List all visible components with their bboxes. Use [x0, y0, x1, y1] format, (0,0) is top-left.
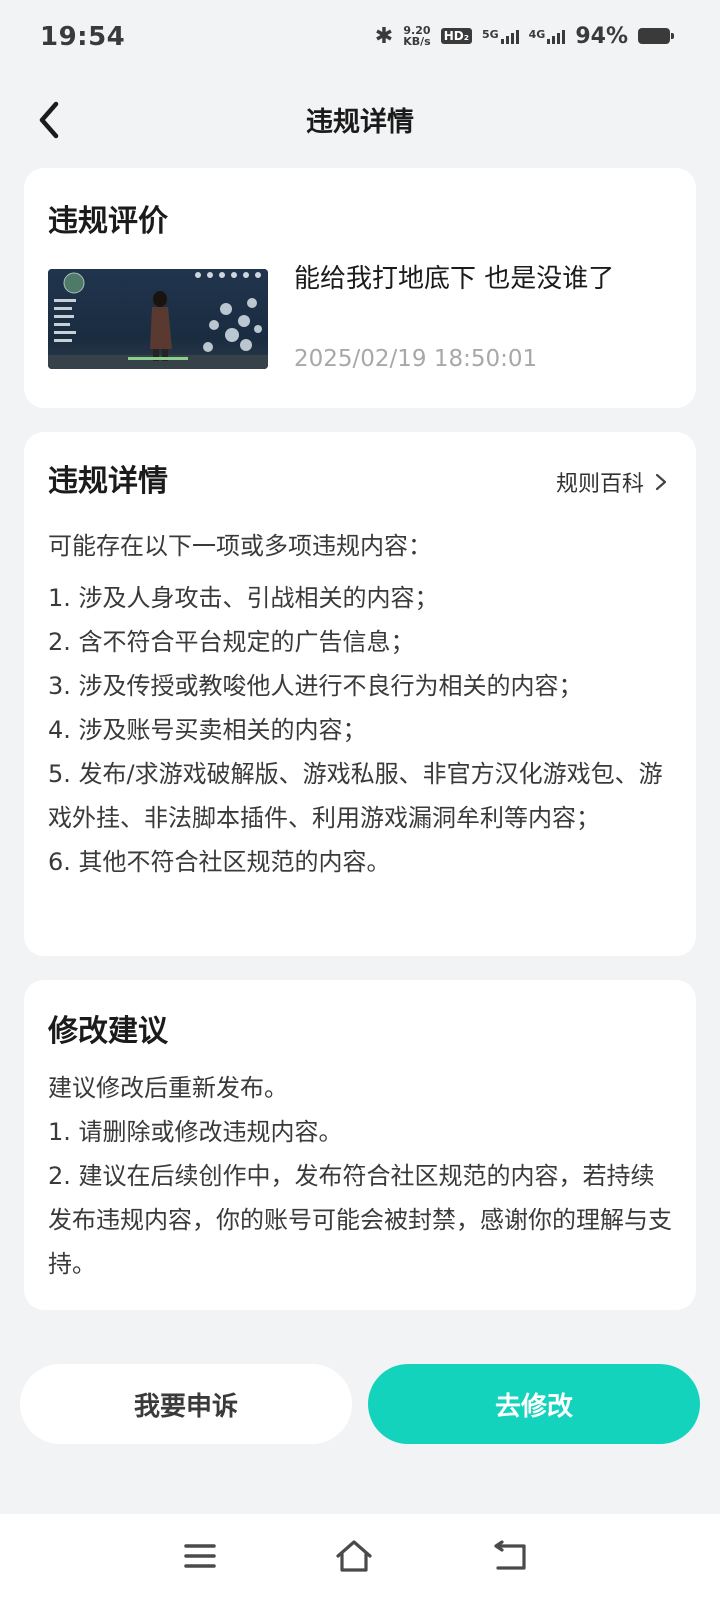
- violation-list: 1. 涉及人身攻击、引战相关的内容； 2. 含不符合平台规定的广告信息； 3. …: [48, 576, 672, 884]
- list-item: 2. 含不符合平台规定的广告信息；: [48, 628, 415, 656]
- header: 违规详情: [0, 90, 720, 150]
- review-timestamp: 2025/02/19 18:50:01: [294, 346, 538, 372]
- game-screenshot-image: [48, 269, 268, 369]
- suggestion-card: 修改建议 建议修改后重新发布。 1. 请删除或修改违规内容。 2. 建议在后续创…: [24, 980, 696, 1310]
- signal-4g-label: 4G: [528, 28, 546, 41]
- system-nav-bar: [0, 1514, 720, 1600]
- list-item: 3. 涉及传授或教唆他人进行不良行为相关的内容；: [48, 672, 583, 700]
- list-item: 1. 涉及人身攻击、引战相关的内容；: [48, 584, 439, 612]
- review-comment-text: 能给我打地底下 也是没谁了: [294, 264, 615, 294]
- home-icon: [336, 1540, 372, 1572]
- review-card: 违规评价 能给我打地底下 也是没谁了 2025/02/19 18:50:01: [24, 168, 696, 408]
- list-item: 4. 涉及账号买卖相关的内容；: [48, 716, 367, 744]
- list-item: 5. 发布/求游戏破解版、游戏私服、非官方汉化游戏包、游戏外挂、非法脚本插件、利…: [48, 760, 663, 832]
- battery-icon: [638, 28, 674, 44]
- signal-bars-icon: [547, 28, 566, 44]
- signal-bars-icon: [500, 28, 519, 44]
- review-thumbnail[interactable]: [48, 269, 268, 369]
- status-bar: 19:54 ✱ 9.20 KB/s HD₂ 5G 4G 94%: [0, 0, 720, 76]
- signal-5g: 5G: [482, 28, 519, 44]
- back-nav-button[interactable]: [488, 1536, 532, 1576]
- rules-wiki-label: 规则百科: [555, 472, 644, 497]
- signal-5g-label: 5G: [481, 28, 499, 41]
- chevron-right-icon: [655, 473, 667, 491]
- home-button[interactable]: [332, 1536, 376, 1576]
- violation-detail-card: 违规详情 规则百科 可能存在以下一项或多项违规内容： 1. 涉及人身攻击、引战相…: [24, 432, 696, 956]
- page-title: 违规详情: [306, 107, 414, 138]
- list-item: 6. 其他不符合社区规范的内容。: [48, 848, 391, 876]
- net-speed: 9.20 KB/s: [403, 25, 430, 47]
- suggestion-intro: 建议修改后重新发布。: [48, 1074, 288, 1102]
- list-item: 1. 请删除或修改违规内容。: [48, 1118, 343, 1146]
- list-item: 2. 建议在后续创作中，发布符合社区规范的内容，若持续发布违规内容，你的账号可能…: [48, 1162, 672, 1278]
- status-time: 19:54: [40, 22, 126, 52]
- net-speed-unit: KB/s: [403, 35, 431, 48]
- back-arrow-icon: [494, 1540, 526, 1570]
- review-card-title: 违规评价: [48, 204, 168, 239]
- hd-icon: HD₂: [440, 28, 472, 44]
- menu-icon: [184, 1544, 216, 1568]
- detail-card-title: 违规详情: [48, 464, 168, 499]
- suggestion-list: 1. 请删除或修改违规内容。 2. 建议在后续创作中，发布符合社区规范的内容，若…: [48, 1110, 672, 1286]
- status-icons: ✱ 9.20 KB/s HD₂ 5G 4G 94%: [374, 20, 674, 52]
- suggestion-card-title: 修改建议: [48, 1014, 168, 1049]
- modify-button[interactable]: 去修改: [368, 1364, 700, 1444]
- detail-intro: 可能存在以下一项或多项违规内容：: [48, 532, 432, 560]
- appeal-button[interactable]: 我要申诉: [20, 1364, 352, 1444]
- bluetooth-icon: ✱: [374, 23, 394, 49]
- menu-button[interactable]: [178, 1536, 222, 1576]
- battery-percent: 94%: [575, 23, 628, 49]
- signal-4g: 4G: [529, 28, 566, 44]
- rules-wiki-link[interactable]: 规则百科: [556, 466, 668, 498]
